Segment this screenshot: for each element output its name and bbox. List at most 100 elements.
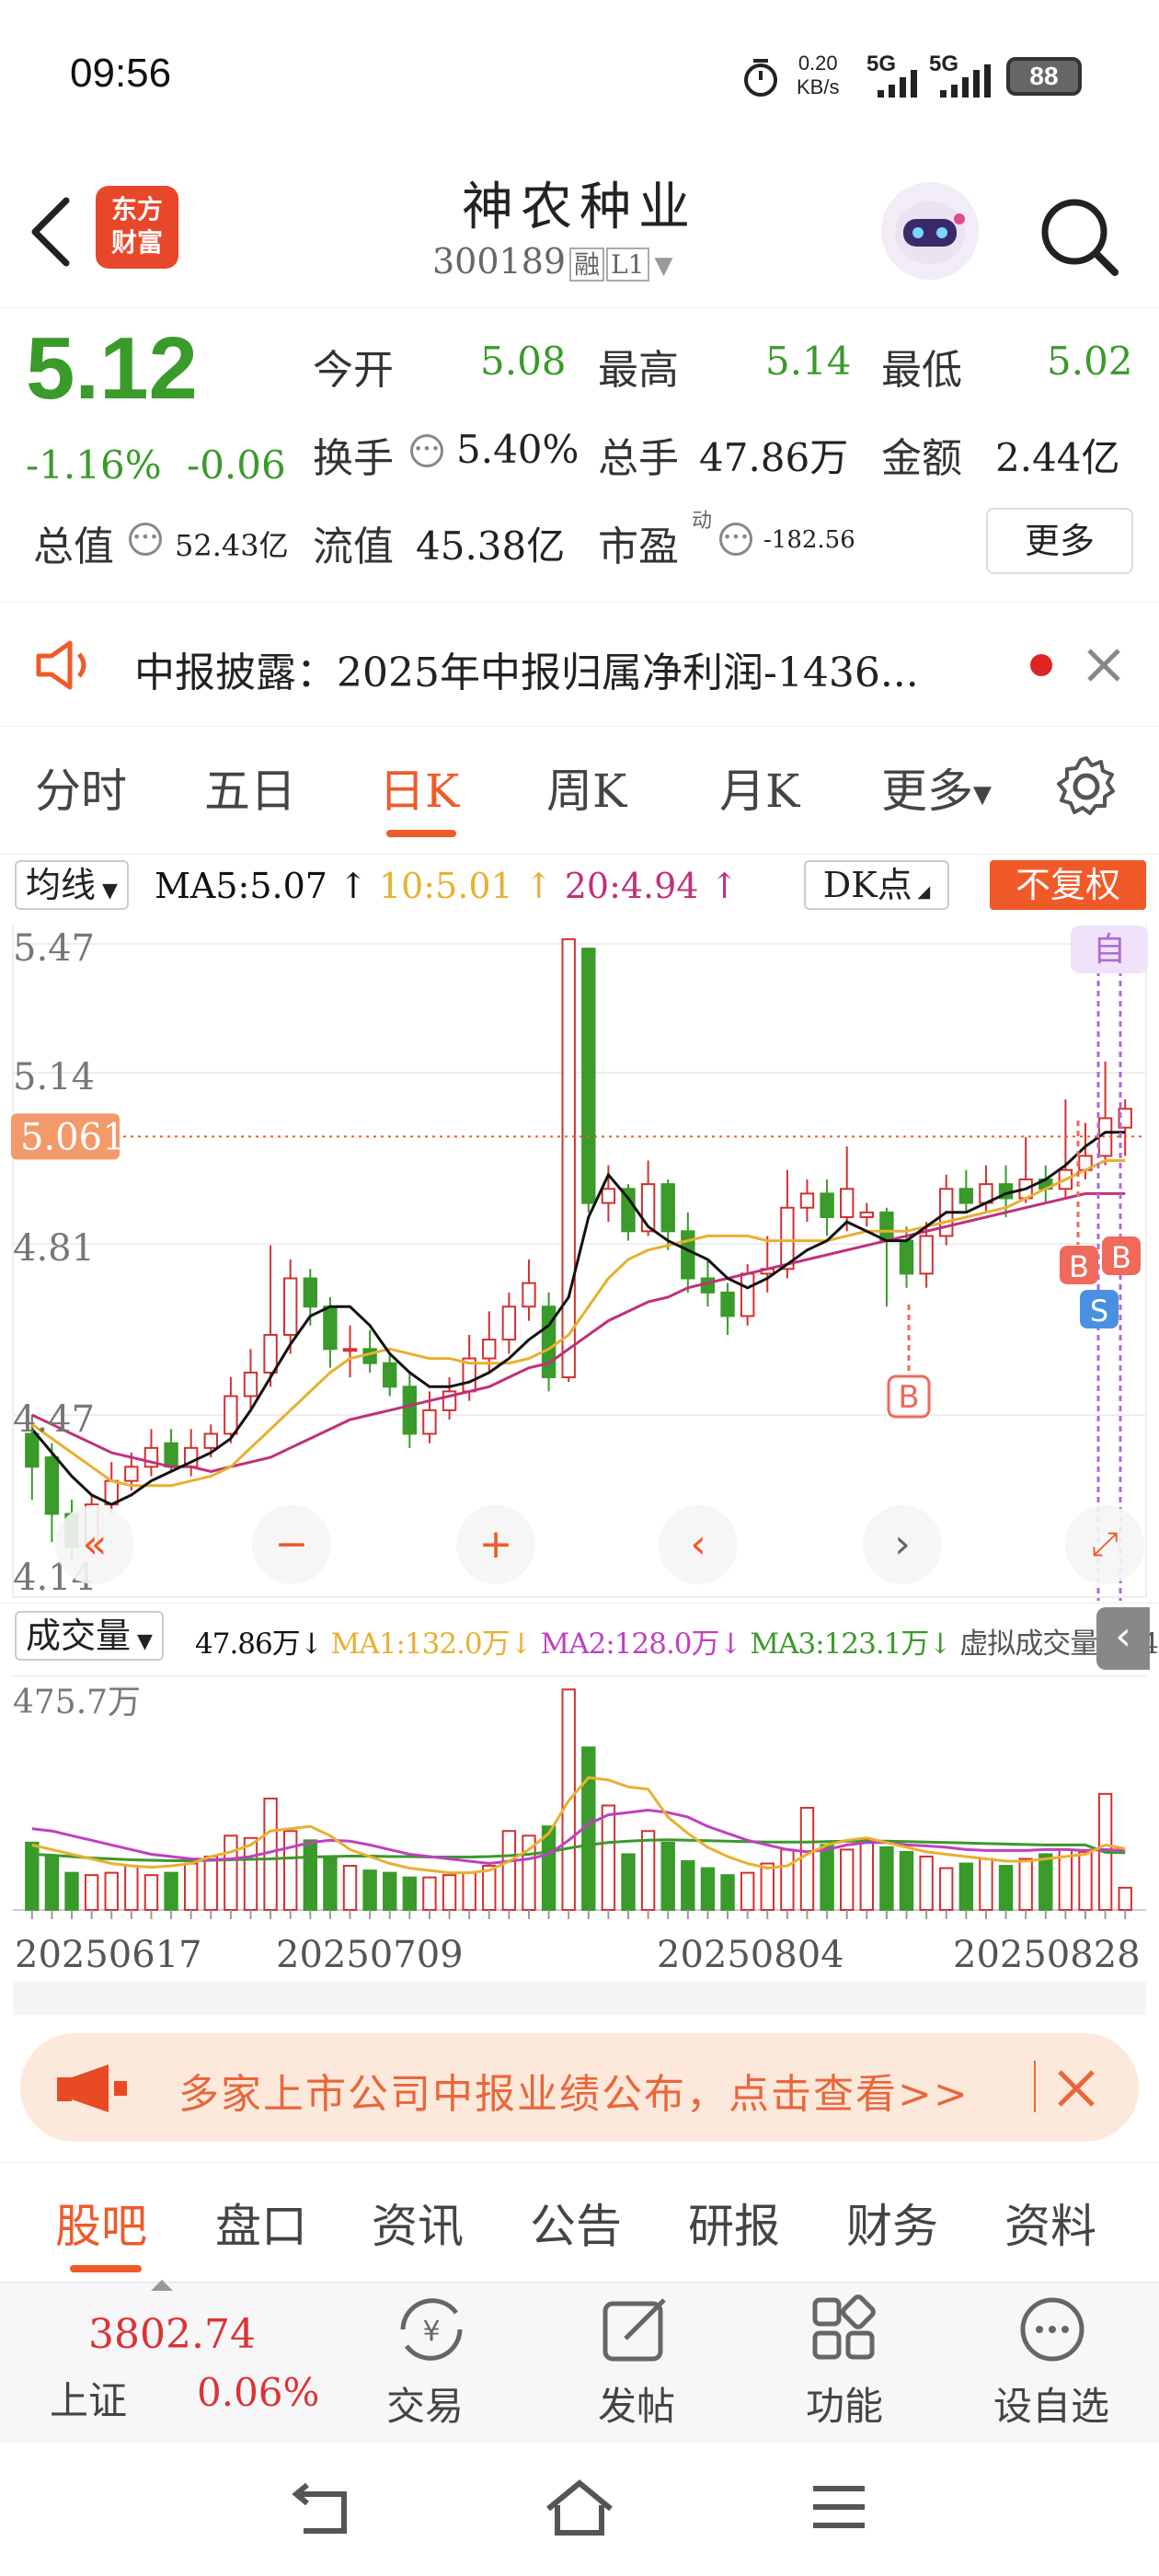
volume-bar	[700, 1867, 716, 1911]
promo-banner[interactable]: 多家上市公司中报业绩公布，点击查看>>	[20, 2033, 1139, 2142]
edit-post-icon[interactable]	[600, 2294, 673, 2364]
close-icon[interactable]	[1085, 647, 1122, 684]
zoom-in-button[interactable]: +	[456, 1505, 535, 1584]
amount-value: 2.44亿	[995, 435, 1120, 480]
stock-code-line[interactable]: 300189 融 L1 ▼	[432, 241, 673, 282]
volume-ma-values: 47.86万↓ MA1:132.0万↓ MA2:128.0万↓ MA3:123.…	[195, 1620, 1159, 1662]
scroll-right-button[interactable]: ›	[863, 1505, 942, 1584]
more-button[interactable]: 更多	[986, 508, 1133, 574]
candle	[342, 1348, 358, 1352]
scroll-left-button[interactable]: ‹	[659, 1505, 738, 1584]
grid-lines	[12, 924, 1147, 1598]
price-tick: 5.14	[13, 1056, 95, 1098]
volume-bar	[640, 1830, 656, 1911]
ma-values: MA5:5.07 ↑ 10:5.01 ↑ 20:4.94 ↑	[155, 866, 740, 906]
tab-intraday[interactable]: 分时	[35, 754, 127, 821]
tab-weekly-k[interactable]: 周K	[546, 754, 626, 821]
indicator-selector[interactable]: 均线 ▼	[15, 860, 129, 910]
candle	[859, 1211, 875, 1218]
volume-bar	[442, 1874, 457, 1911]
battery-icon: 88	[1006, 57, 1082, 96]
date-ticks	[30, 1910, 1127, 1919]
ma5-value: MA5:5.07	[155, 866, 327, 906]
apps-grid-icon[interactable]	[809, 2294, 883, 2364]
active-tab-underline	[386, 830, 456, 837]
tab-forum[interactable]: 股吧	[55, 2190, 147, 2256]
nav-function-label[interactable]: 功能	[806, 2375, 883, 2432]
eye-icon[interactable]: •••	[129, 523, 162, 556]
index-pct[interactable]: 0.06%	[197, 2370, 319, 2415]
nav-watchlist-label[interactable]: 设自选	[993, 2375, 1109, 2432]
ma10-line	[30, 1159, 1126, 1488]
volume-chart[interactable]: 475.7万 20250617 20250709 20250804 202508…	[0, 1673, 1159, 2015]
tab-research[interactable]: 研报	[688, 2190, 780, 2256]
volume-bar	[660, 1841, 675, 1911]
volume-bar	[342, 1865, 358, 1911]
back-icon[interactable]	[28, 195, 74, 269]
kline-chart[interactable]: 5.47 5.14 4.81 4.47 4.14 5.061 自 B B B S	[0, 918, 1159, 1601]
tab-five-day[interactable]: 五日	[204, 754, 296, 821]
volume-bars	[25, 1688, 1132, 1911]
nav-trade-label[interactable]: 交易	[386, 2375, 464, 2432]
tab-daily-k[interactable]: 日K	[379, 754, 459, 821]
open-label: 今开	[313, 347, 394, 394]
eye-icon[interactable]: •••	[410, 434, 443, 467]
tab-profile[interactable]: 资料	[1004, 2190, 1096, 2256]
quote-panel: 5.12 -1.16% -0.06 今开 5.08 最高 5.14 最低 5.0…	[0, 309, 1159, 594]
settings-gear-icon[interactable]	[1054, 754, 1119, 819]
tab-news[interactable]: 资讯	[372, 2190, 464, 2256]
scroll-start-button[interactable]: «	[55, 1505, 134, 1584]
volume-bar	[681, 1860, 695, 1911]
search-icon[interactable]	[1038, 195, 1120, 278]
volume-bar	[1018, 1857, 1033, 1911]
volume-bar	[621, 1853, 636, 1911]
candle	[899, 1239, 914, 1275]
tab-monthly-k[interactable]: 月K	[719, 754, 799, 821]
volume-bar	[362, 1869, 377, 1911]
close-icon[interactable]	[1056, 2068, 1096, 2109]
trade-icon[interactable]: ¥	[392, 2293, 471, 2366]
tab-orderbook[interactable]: 盘口	[215, 2190, 307, 2256]
ma-legend-bar: 均线 ▼ MA5:5.07 ↑ 10:5.01 ↑ 20:4.94 ↑ DK点 …	[0, 854, 1159, 918]
brand-logo[interactable]: 东方 财富	[96, 186, 178, 269]
candle	[44, 1456, 60, 1515]
index-name[interactable]: 上证	[50, 2370, 127, 2426]
adjust-button[interactable]: 不复权	[990, 860, 1146, 910]
dk-points-button[interactable]: DK点 ◢	[804, 860, 949, 910]
candle	[820, 1192, 834, 1218]
open-value: 5.08	[480, 339, 567, 384]
candle	[799, 1192, 815, 1209]
more-dots-icon[interactable]	[1016, 2293, 1089, 2366]
amount-label: 金额	[881, 435, 962, 482]
menu-icon[interactable]	[809, 2481, 868, 2533]
back-gesture-icon[interactable]	[289, 2481, 357, 2538]
level-tag: L1	[606, 247, 649, 282]
tab-financials[interactable]: 财务	[846, 2190, 938, 2256]
volume-bar	[183, 1862, 199, 1911]
tab-more[interactable]: 更多▼	[881, 754, 992, 821]
megaphone-icon	[57, 2064, 127, 2112]
volume-bar	[979, 1857, 993, 1911]
home-icon[interactable]	[543, 2478, 616, 2538]
collapse-panel-button[interactable]: ‹	[1096, 1607, 1150, 1670]
volume-indicator-selector[interactable]: 成交量 ▼	[15, 1611, 164, 1661]
volume-bar	[601, 1804, 616, 1911]
index-value[interactable]: 3802.74	[88, 2311, 256, 2358]
volume-bar	[839, 1848, 855, 1911]
eye-icon[interactable]: •••	[719, 523, 752, 556]
bottom-nav	[0, 2282, 1159, 2443]
robot-avatar-icon[interactable]	[881, 182, 979, 280]
caret-down-icon: ▼	[654, 252, 673, 280]
candle	[482, 1339, 497, 1360]
volume-bar	[720, 1874, 735, 1911]
nav-post-label[interactable]: 发帖	[598, 2375, 675, 2432]
signal-bars-icon	[878, 70, 917, 98]
zoom-out-button[interactable]: −	[252, 1505, 331, 1584]
status-bar: 09:56 0.20 KB/s 5G 5G 88	[0, 0, 1159, 156]
fullscreen-button[interactable]: ⤢	[1065, 1505, 1144, 1584]
float-value: 45.38亿	[416, 523, 566, 569]
volume-bar	[224, 1834, 238, 1911]
candle	[164, 1442, 178, 1468]
tab-announcements[interactable]: 公告	[530, 2190, 622, 2256]
notice-bar[interactable]: 中报披露：2025年中报归属净利润-1436...	[0, 602, 1159, 727]
